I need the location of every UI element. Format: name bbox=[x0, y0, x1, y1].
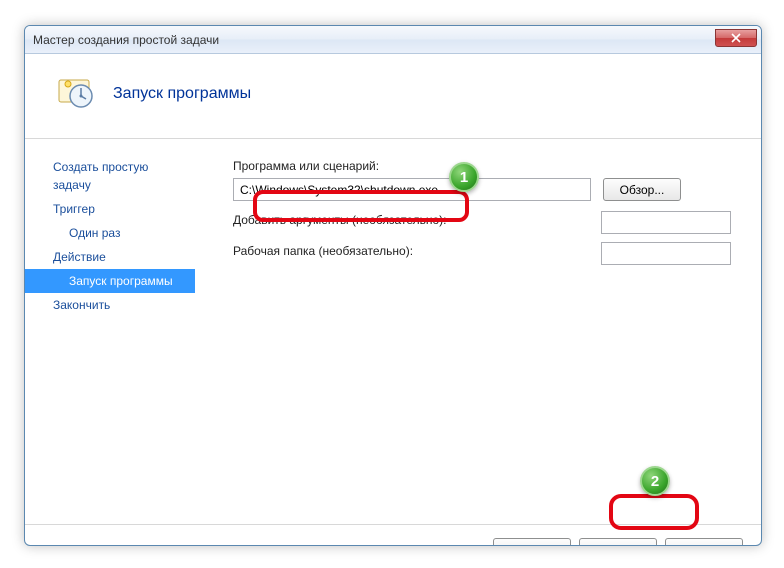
arguments-label: Добавить аргументы (необязательно): bbox=[233, 213, 446, 227]
page-header: Запуск программы bbox=[25, 54, 761, 138]
nav-start-program[interactable]: Запуск программы bbox=[25, 269, 195, 293]
program-label: Программа или сценарий: bbox=[233, 159, 731, 173]
arguments-input[interactable] bbox=[601, 211, 731, 234]
wizard-body: Создать простую задачу Триггер Один раз … bbox=[25, 139, 761, 524]
close-icon bbox=[731, 33, 741, 43]
nav-action[interactable]: Действие bbox=[25, 245, 195, 269]
page-title: Запуск программы bbox=[113, 85, 251, 103]
startin-input[interactable] bbox=[601, 242, 731, 265]
nav-finish[interactable]: Закончить bbox=[25, 293, 195, 317]
startin-label: Рабочая папка (необязательно): bbox=[233, 244, 413, 258]
wizard-nav: Создать простую задачу Триггер Один раз … bbox=[25, 151, 195, 524]
program-input[interactable] bbox=[233, 178, 591, 201]
browse-button[interactable]: Обзор... bbox=[603, 178, 681, 201]
wizard-window: Мастер создания простой задачи Запуск пр… bbox=[24, 25, 762, 546]
window-title: Мастер создания простой задачи bbox=[33, 33, 219, 47]
wizard-footer: < Назад Далее > Отмена bbox=[25, 524, 761, 546]
title-bar[interactable]: Мастер создания простой задачи bbox=[25, 26, 761, 54]
close-button[interactable] bbox=[715, 29, 757, 47]
next-button[interactable]: Далее > bbox=[579, 538, 657, 546]
nav-trigger-once[interactable]: Один раз bbox=[25, 221, 195, 245]
nav-trigger[interactable]: Триггер bbox=[25, 197, 195, 221]
nav-create-task[interactable]: Создать простую задачу bbox=[25, 155, 195, 197]
cancel-button[interactable]: Отмена bbox=[665, 538, 743, 546]
back-button[interactable]: < Назад bbox=[493, 538, 571, 546]
form-content: Программа или сценарий: Обзор... Добавит… bbox=[195, 151, 761, 524]
task-scheduler-icon bbox=[55, 74, 95, 114]
